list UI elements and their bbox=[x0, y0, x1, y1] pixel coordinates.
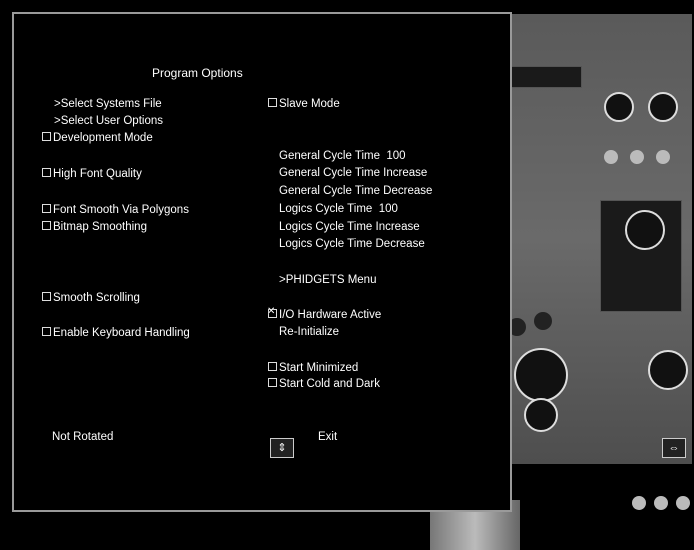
gauge bbox=[648, 92, 678, 122]
checkbox-icon bbox=[42, 327, 51, 337]
logics-cycle-time: Logics Cycle Time 100 bbox=[279, 202, 398, 216]
knob bbox=[656, 150, 670, 164]
keyboard-handling-option[interactable]: Enable Keyboard Handling bbox=[42, 326, 190, 340]
checkbox-icon bbox=[42, 292, 51, 302]
checkbox-icon bbox=[42, 221, 51, 231]
knob bbox=[676, 496, 690, 510]
logics-cycle-decrease-button[interactable]: Logics Cycle Time Decrease bbox=[279, 237, 425, 251]
development-mode-option[interactable]: Development Mode bbox=[42, 131, 153, 145]
start-minimized-label: Start Minimized bbox=[279, 362, 359, 374]
development-mode-label: Development Mode bbox=[53, 132, 153, 144]
select-user-options-button[interactable]: >Select User Options bbox=[54, 114, 163, 128]
general-cycle-increase-button[interactable]: General Cycle Time Increase bbox=[279, 166, 427, 180]
general-cycle-time: General Cycle Time 100 bbox=[279, 149, 406, 163]
logics-cycle-time-value: 100 bbox=[378, 203, 398, 215]
start-cold-dark-label: Start Cold and Dark bbox=[279, 378, 380, 390]
io-hardware-active-option[interactable]: I/O Hardware Active bbox=[267, 305, 382, 322]
bitmap-smoothing-label: Bitmap Smoothing bbox=[53, 221, 147, 233]
knob bbox=[630, 150, 644, 164]
reinitialize-button[interactable]: Re-Initialize bbox=[279, 325, 339, 339]
logics-cycle-time-label: Logics Cycle Time bbox=[279, 203, 373, 215]
gauge bbox=[524, 398, 558, 432]
select-systems-file-button[interactable]: >Select Systems File bbox=[54, 97, 162, 111]
general-cycle-time-value: 100 bbox=[386, 150, 406, 162]
high-font-quality-label: High Font Quality bbox=[53, 168, 142, 180]
exit-button[interactable]: Exit bbox=[318, 430, 337, 444]
logics-cycle-increase-button[interactable]: Logics Cycle Time Increase bbox=[279, 220, 420, 234]
knob bbox=[632, 496, 646, 510]
smooth-scrolling-label: Smooth Scrolling bbox=[53, 292, 140, 304]
start-cold-dark-option[interactable]: Start Cold and Dark bbox=[268, 377, 380, 391]
font-smooth-label: Font Smooth Via Polygons bbox=[53, 204, 189, 216]
gauge bbox=[648, 350, 688, 390]
checkbox-icon bbox=[42, 168, 51, 178]
transfer-icon[interactable]: ⇕ bbox=[270, 438, 294, 458]
slave-mode-option[interactable]: Slave Mode bbox=[268, 97, 340, 111]
phidgets-menu-button[interactable]: >PHIDGETS Menu bbox=[279, 273, 376, 287]
rotation-toggle[interactable]: Not Rotated bbox=[52, 430, 113, 444]
checkbox-icon bbox=[42, 132, 51, 142]
smooth-scrolling-option[interactable]: Smooth Scrolling bbox=[42, 291, 140, 305]
start-minimized-option[interactable]: Start Minimized bbox=[268, 361, 358, 375]
gauge bbox=[625, 210, 665, 250]
knob bbox=[534, 312, 552, 330]
panel-display bbox=[500, 66, 582, 88]
knob bbox=[604, 150, 618, 164]
slave-mode-label: Slave Mode bbox=[279, 98, 340, 110]
page-title: Program Options bbox=[152, 66, 243, 80]
general-cycle-decrease-button[interactable]: General Cycle Time Decrease bbox=[279, 184, 432, 198]
high-font-quality-option[interactable]: High Font Quality bbox=[42, 167, 142, 181]
checkbox-icon bbox=[42, 204, 51, 214]
font-smooth-option[interactable]: Font Smooth Via Polygons bbox=[42, 203, 189, 217]
checkbox-icon bbox=[268, 98, 277, 108]
checkbox-icon bbox=[268, 378, 277, 388]
keyboard-handling-label: Enable Keyboard Handling bbox=[53, 327, 190, 339]
checkbox-icon bbox=[268, 362, 277, 372]
gauge bbox=[514, 348, 568, 402]
checkbox-checked-icon bbox=[267, 305, 277, 319]
bitmap-smoothing-option[interactable]: Bitmap Smoothing bbox=[42, 220, 147, 234]
gauge bbox=[604, 92, 634, 122]
io-hardware-active-label: I/O Hardware Active bbox=[279, 309, 382, 321]
general-cycle-time-label: General Cycle Time bbox=[279, 150, 380, 162]
panel-switch-icon[interactable]: ⇔ bbox=[662, 438, 686, 458]
knob bbox=[654, 496, 668, 510]
